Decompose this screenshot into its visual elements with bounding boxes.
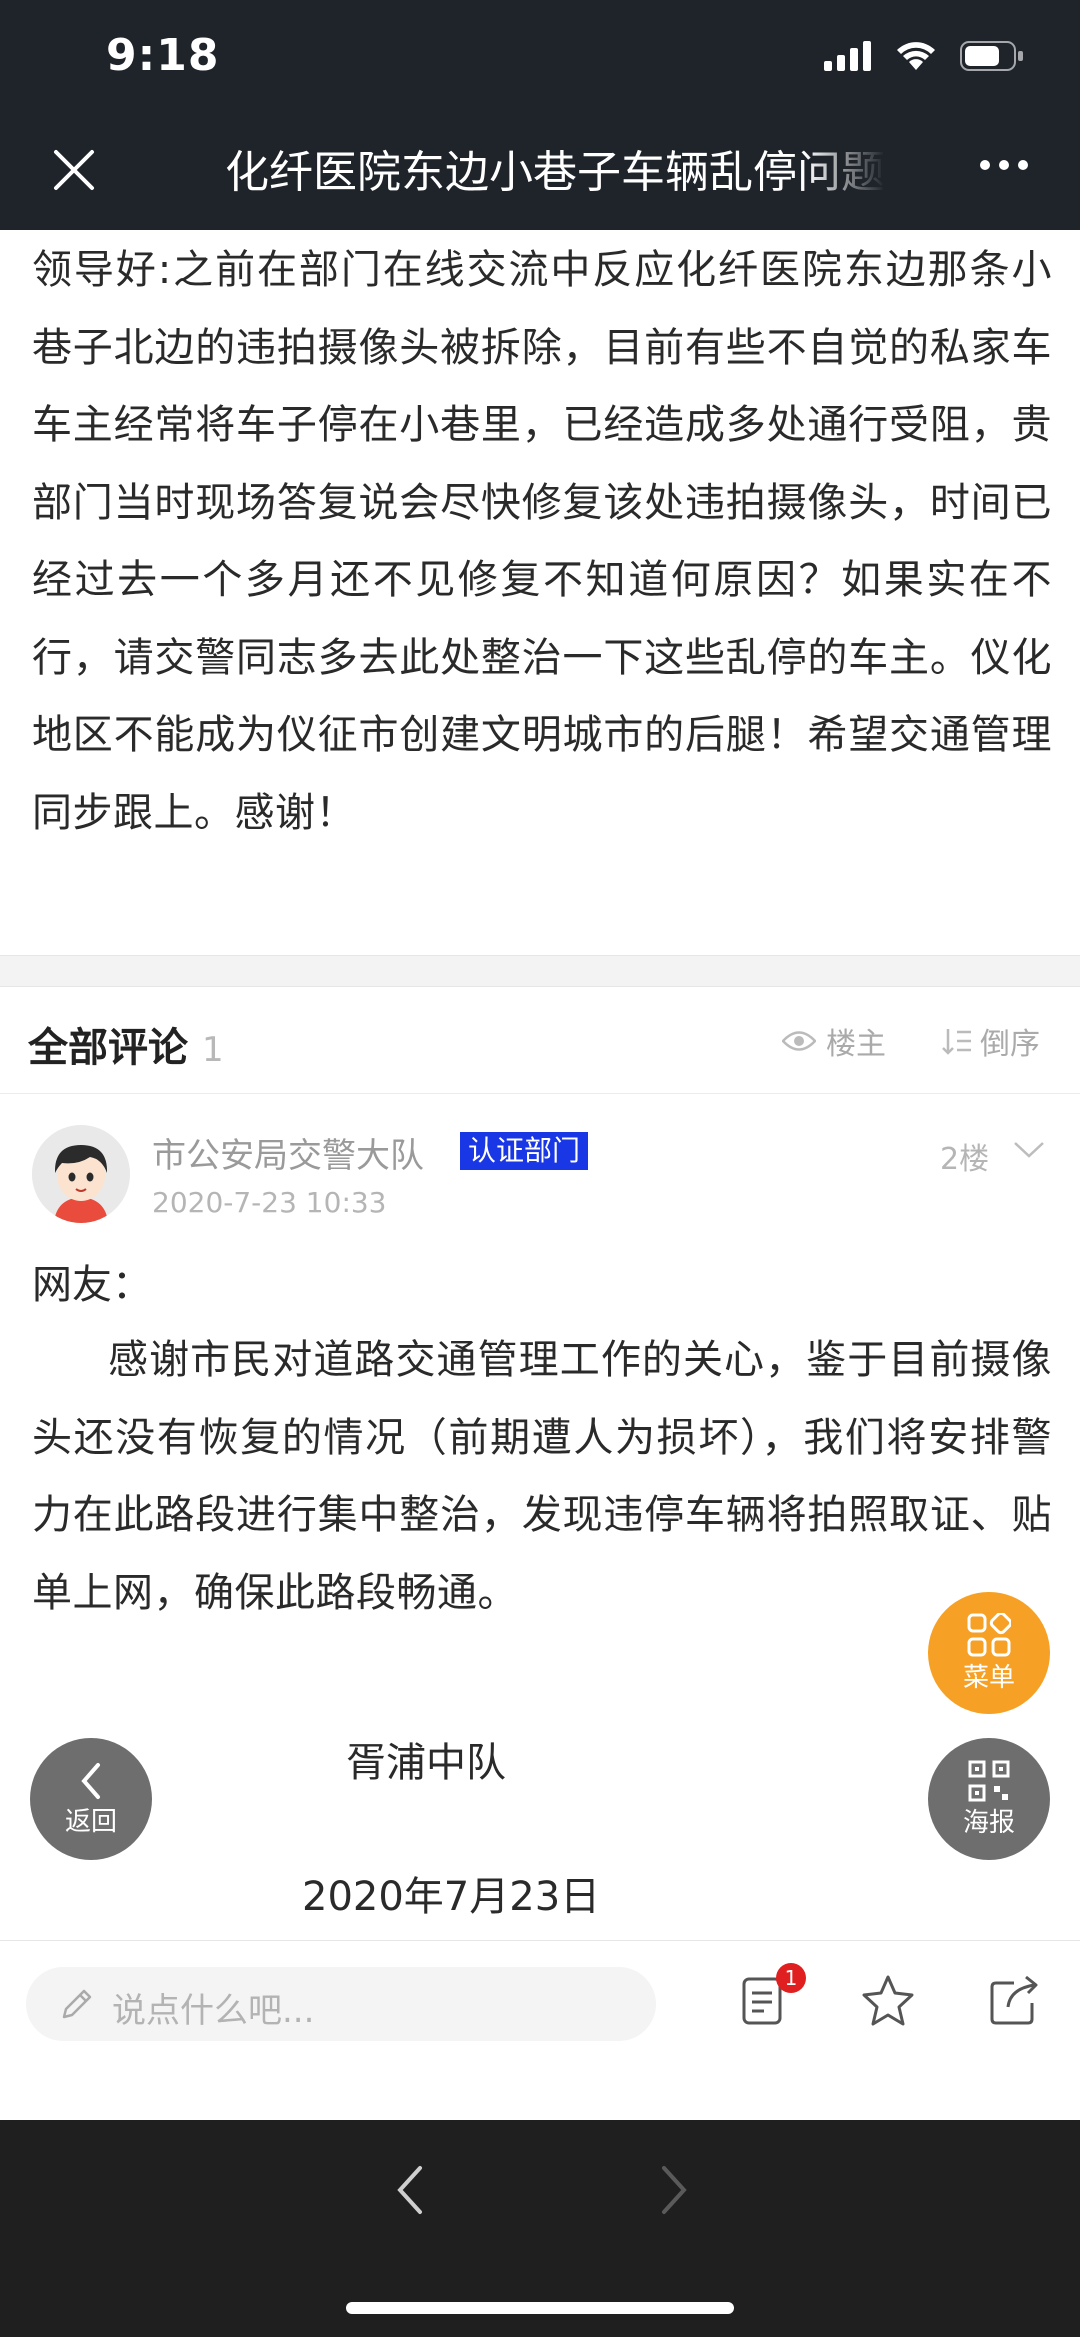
back-button[interactable]: 返回 [30,1738,152,1860]
sort-order-toggle[interactable]: 倒序 [942,1019,1040,1063]
article-body: 领导好:之前在部门在线交流中反应化纤医院东边那条小巷子北边的违拍摄像头被拆除，目… [32,247,1052,836]
chevron-down-icon[interactable] [1012,1140,1046,1160]
reply-greeting: 网友： [32,1262,152,1308]
cellular-signal-icon [824,41,871,71]
comment-input-placeholder: 说点什么吧... [112,1991,315,2031]
comment-author[interactable]: 市公安局交警大队 [152,1128,424,1177]
section-divider [0,955,1080,987]
grid-menu-icon [967,1612,1011,1656]
page-title: 化纤医院东边小巷子车辆乱停问题 [225,147,885,198]
share-icon[interactable] [984,1971,1044,2031]
browser-back-icon[interactable] [390,2160,430,2220]
reply-signature: 胥浦中队 [346,1740,506,1786]
bottom-action-bar: 说点什么吧... 1 [0,1940,1080,2121]
poster-label: 海报 [962,1807,1015,1838]
qr-code-icon [968,1760,1010,1801]
battery-icon [960,41,1023,71]
sort-order-label: 倒序 [980,1027,1040,1062]
comment-count-badge: 1 [776,1963,806,1993]
top-bar: 9:18 化纤医院东边小巷子车辆乱停问题 [0,0,1080,230]
browser-forward-icon[interactable] [654,2160,694,2220]
close-icon[interactable] [46,142,102,198]
comment-time: 2020-7-23 10:33 [152,1186,387,1219]
home-indicator[interactable] [346,2302,734,2314]
menu-label: 菜单 [962,1662,1015,1693]
cartoon-avatar-icon [32,1125,130,1223]
verified-badge: 认证部门 [460,1132,589,1170]
more-options-icon[interactable] [980,160,1028,170]
pencil-icon [62,1989,92,2019]
comments-count: 1 [202,1030,224,1070]
chevron-left-icon [81,1762,100,1799]
reply-date: 2020年7月23日 [302,1874,601,1920]
comments-header: 全部评论 1 楼主 倒序 [0,985,1080,1094]
status-time: 9:18 [106,30,220,81]
floor-number: 2楼 [940,1142,990,1177]
star-icon[interactable] [858,1971,918,2031]
wifi-icon [897,42,935,70]
comment-input[interactable]: 说点什么吧... [26,1967,656,2041]
poster-button[interactable]: 海报 [928,1738,1050,1860]
owner-only-filter[interactable]: 楼主 [782,1019,886,1063]
menu-button[interactable]: 菜单 [928,1592,1050,1714]
eye-icon [782,1031,816,1051]
status-icons [824,40,1024,72]
back-label: 返回 [64,1806,117,1837]
avatar[interactable] [32,1125,130,1223]
owner-only-label: 楼主 [826,1027,886,1062]
reply-body: 感谢市民对道路交通管理工作的关心，鉴于目前摄像头还没有恢复的情况（前期遭人为损坏… [32,1337,1052,1616]
sort-icon [942,1029,971,1055]
comments-title: 全部评论 1 [28,1015,224,1073]
comments-title-label: 全部评论 [28,1025,188,1071]
